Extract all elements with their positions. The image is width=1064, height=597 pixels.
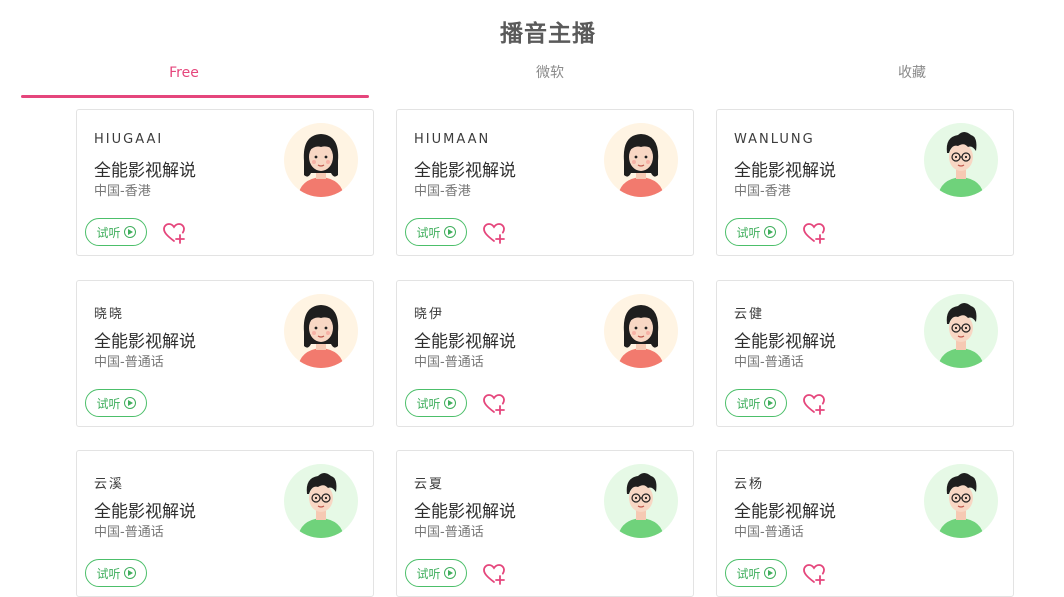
trial-label: 试听 [416, 396, 441, 411]
add-favorite-icon[interactable] [802, 222, 826, 244]
voice-name: HIUGAAI [94, 132, 164, 147]
trial-listen-button[interactable]: 试听 [725, 559, 787, 587]
voice-card[interactable]: WANLUNG 全能影视解说中国-香港试听 [716, 109, 1014, 256]
voice-style: 全能影视解说 [414, 332, 516, 352]
voice-name: 云夏 [414, 477, 445, 492]
trial-listen-button[interactable]: 试听 [405, 559, 467, 587]
voice-card[interactable]: HIUGAAI 全能影视解说中国-香港试听 [76, 109, 374, 256]
trial-listen-button[interactable]: 试听 [405, 389, 467, 417]
play-icon [123, 226, 136, 238]
tab-favorites[interactable]: 收藏 [752, 58, 1064, 98]
voice-region: 中国-香港 [734, 184, 791, 199]
female-avatar [284, 294, 358, 368]
voice-style: 全能影视解说 [414, 502, 516, 522]
play-icon [123, 567, 136, 579]
trial-listen-button[interactable]: 试听 [725, 389, 787, 417]
voice-name: WANLUNG [734, 132, 815, 147]
voice-style: 全能影视解说 [734, 502, 836, 522]
trial-listen-button[interactable]: 试听 [85, 559, 147, 587]
voice-region: 中国-香港 [94, 184, 151, 199]
play-icon [763, 397, 776, 409]
voice-name: 云溪 [94, 477, 125, 492]
voice-card[interactable]: HIUMAAN 全能影视解说中国-香港试听 [396, 109, 694, 256]
voice-card[interactable]: 云溪全能影视解说中国-普通话试听 [76, 450, 374, 597]
play-icon [443, 567, 456, 579]
add-favorite-icon[interactable] [482, 563, 506, 585]
play-icon [443, 397, 456, 409]
voice-card[interactable]: 云杨全能影视解说中国-普通话试听 [716, 450, 1014, 597]
female-avatar [604, 123, 678, 197]
voice-region: 中国-香港 [414, 184, 471, 199]
voice-style: 全能影视解说 [94, 161, 196, 181]
play-icon [443, 226, 456, 238]
add-favorite-icon[interactable] [802, 563, 826, 585]
voice-region: 中国-普通话 [734, 525, 804, 540]
female-avatar [604, 294, 678, 368]
add-favorite-icon[interactable] [802, 393, 826, 415]
voice-region: 中国-普通话 [414, 525, 484, 540]
voice-region: 中国-普通话 [734, 355, 804, 370]
trial-label: 试听 [736, 396, 761, 411]
trial-listen-button[interactable]: 试听 [85, 218, 147, 246]
trial-label: 试听 [96, 396, 121, 411]
add-favorite-icon[interactable] [482, 393, 506, 415]
voice-region: 中国-普通话 [414, 355, 484, 370]
voice-style: 全能影视解说 [414, 161, 516, 181]
female-avatar [284, 123, 358, 197]
voice-region: 中国-普通话 [94, 355, 164, 370]
voice-region: 中国-普通话 [94, 525, 164, 540]
male-avatar [924, 294, 998, 368]
active-tab-indicator [21, 95, 369, 98]
voice-name: 云健 [734, 307, 765, 322]
tab-bar: Free 微软 收藏 [0, 58, 1064, 98]
voice-style: 全能影视解说 [734, 161, 836, 181]
voice-style: 全能影视解说 [94, 502, 196, 522]
male-avatar [924, 123, 998, 197]
add-favorite-icon[interactable] [482, 222, 506, 244]
voice-style: 全能影视解说 [734, 332, 836, 352]
male-avatar [284, 464, 358, 538]
male-avatar [924, 464, 998, 538]
tab-free[interactable]: Free [21, 58, 347, 98]
voice-card[interactable]: 晓伊全能影视解说中国-普通话 试听 [396, 280, 694, 427]
voice-card[interactable]: 云夏全能影视解说中国-普通话试听 [396, 450, 694, 597]
voice-name: 晓晓 [94, 307, 125, 322]
trial-listen-button[interactable]: 试听 [85, 389, 147, 417]
voice-card[interactable]: 云健全能影视解说中国-普通话 试听 [716, 280, 1014, 427]
voice-style: 全能影视解说 [94, 332, 196, 352]
tab-microsoft[interactable]: 微软 [390, 58, 710, 98]
male-avatar [604, 464, 678, 538]
play-icon [123, 397, 136, 409]
voice-card[interactable]: 晓晓全能影视解说中国-普通话 试听 [76, 280, 374, 427]
trial-label: 试听 [96, 225, 121, 240]
voice-name: 晓伊 [414, 307, 445, 322]
trial-listen-button[interactable]: 试听 [405, 218, 467, 246]
voice-name: HIUMAAN [414, 132, 491, 147]
trial-label: 试听 [736, 225, 761, 240]
page-title: 播音主播 [500, 21, 596, 47]
play-icon [763, 226, 776, 238]
play-icon [763, 567, 776, 579]
voice-name: 云杨 [734, 477, 765, 492]
trial-label: 试听 [416, 225, 441, 240]
trial-listen-button[interactable]: 试听 [725, 218, 787, 246]
add-favorite-icon[interactable] [162, 222, 186, 244]
